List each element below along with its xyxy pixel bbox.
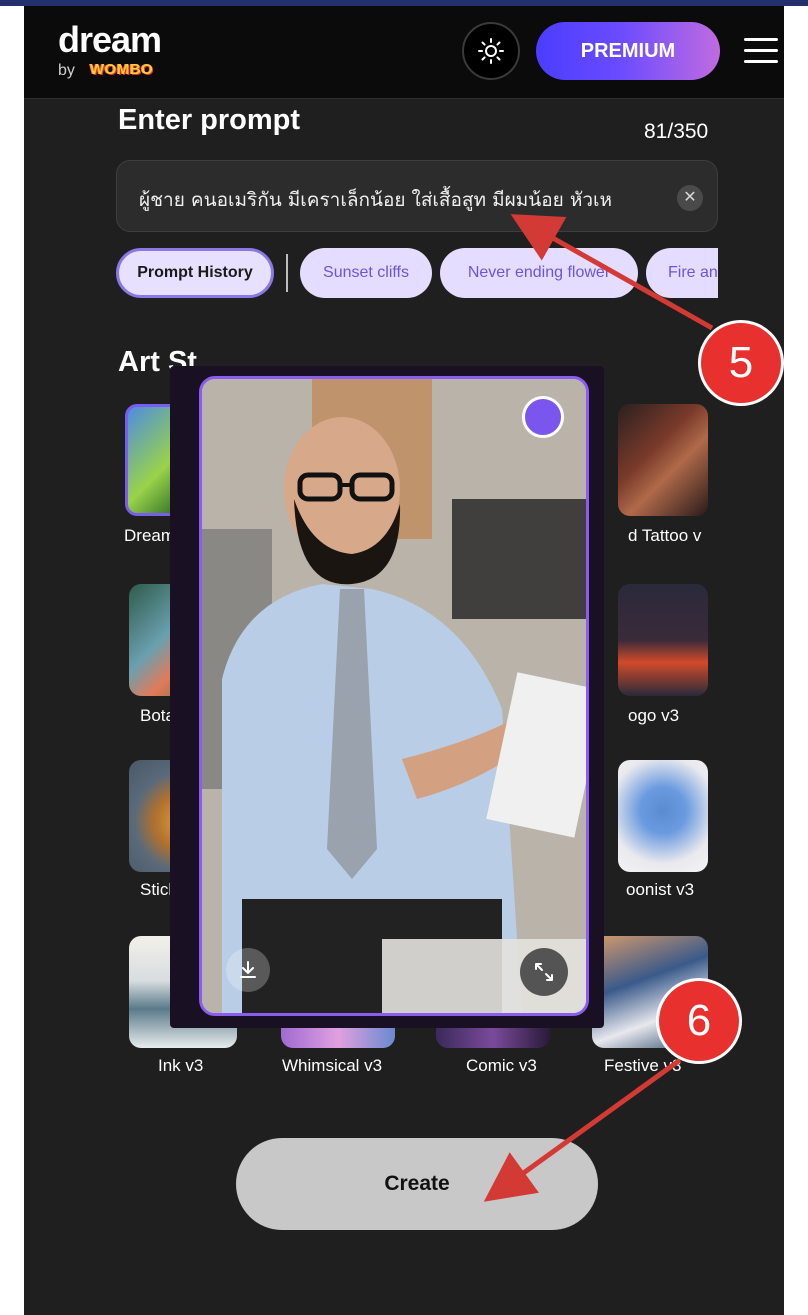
logo-dream[interactable]: dream xyxy=(58,20,162,60)
expand-glyph xyxy=(535,963,553,981)
prompt-input-text[interactable]: ผู้ชาย คนอเมริกัน มีเคราเล็กน้อย ใส่เสื้… xyxy=(139,185,669,215)
annotation-badge-5: 5 xyxy=(698,320,784,406)
art-style-tile-cartoonist[interactable] xyxy=(618,760,708,872)
prompt-title: Enter prompt xyxy=(118,104,301,136)
premium-button[interactable]: PREMIUM xyxy=(536,22,720,80)
sun-icon xyxy=(478,38,504,64)
left-margin xyxy=(0,6,24,1315)
generated-image-preview[interactable] xyxy=(199,376,589,1016)
character-counter: 81/350 xyxy=(644,120,709,143)
art-style-label: oonist v3 xyxy=(626,880,695,899)
art-style-label: Ink v3 xyxy=(158,1056,204,1075)
art-style-label: Comic v3 xyxy=(466,1056,537,1075)
art-style-label: Festive v3 xyxy=(604,1056,682,1075)
expand-icon[interactable] xyxy=(520,948,568,996)
download-icon[interactable] xyxy=(226,948,270,992)
art-style-tile-logo[interactable] xyxy=(618,584,708,696)
suggestion-chip[interactable]: Sunset cliffs xyxy=(300,248,432,298)
hamburger-menu-icon[interactable] xyxy=(744,38,778,64)
image-select-indicator[interactable] xyxy=(522,396,564,438)
app-header: dream by WOMBO PREMIUM xyxy=(24,6,784,99)
right-margin xyxy=(784,6,808,1315)
art-style-label: d Tattoo v xyxy=(628,526,702,545)
theme-toggle-button[interactable] xyxy=(462,22,520,80)
art-style-tile-tattoo[interactable] xyxy=(618,404,708,516)
prompt-chips: Prompt History Sunset cliffs Never endin… xyxy=(116,246,718,302)
close-icon[interactable]: ✕ xyxy=(677,185,703,211)
chip-divider xyxy=(286,254,288,292)
create-button[interactable]: Create xyxy=(236,1138,598,1230)
suggestion-chip[interactable]: Never ending flower xyxy=(440,248,638,298)
prompt-input[interactable]: ผู้ชาย คนอเมริกัน มีเคราเล็กน้อย ใส่เสื้… xyxy=(116,160,718,232)
download-glyph xyxy=(240,961,256,978)
suggestion-chip[interactable]: Fire an xyxy=(646,248,718,298)
art-style-label: ogo v3 xyxy=(628,706,680,725)
art-style-label: Whimsical v3 xyxy=(282,1056,383,1075)
logo-wombo: WOMBO xyxy=(90,61,154,78)
prompt-history-chip[interactable]: Prompt History xyxy=(116,248,274,298)
generated-image-illustration xyxy=(202,379,586,1013)
logo-by: by xyxy=(58,62,75,79)
annotation-badge-6: 6 xyxy=(656,978,742,1064)
